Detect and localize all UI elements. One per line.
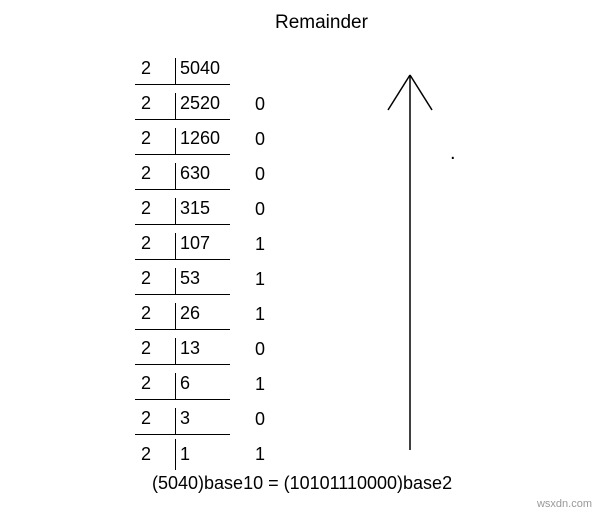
quotient-cell: 53 [175, 268, 230, 295]
division-row: 2 2520 0 [135, 85, 290, 120]
remainder-cell: 1 [230, 269, 290, 295]
division-ladder: 2 5040 2 2520 0 2 1260 0 2 630 0 2 315 0… [135, 50, 290, 470]
remainder-heading: Remainder [275, 12, 368, 34]
divisor-cell: 2 [135, 338, 175, 365]
quotient-cell: 6 [175, 373, 230, 400]
conversion-result: (5040)base10 = (10101110000)base2 [152, 473, 452, 494]
division-row: 2 315 0 [135, 190, 290, 225]
divisor-cell: 2 [135, 444, 175, 470]
division-row: 2 107 1 [135, 225, 290, 260]
remainder-cell: 1 [230, 304, 290, 330]
quotient-cell: 13 [175, 338, 230, 365]
quotient-cell: 315 [175, 198, 230, 225]
divisor-cell: 2 [135, 93, 175, 120]
divisor-cell: 2 [135, 198, 175, 225]
remainder-cell: 0 [230, 94, 290, 120]
divisor-cell: 2 [135, 408, 175, 435]
remainder-cell: 1 [230, 374, 290, 400]
divisor-cell: 2 [135, 268, 175, 295]
division-row: 2 1260 0 [135, 120, 290, 155]
division-row: 2 3 0 [135, 400, 290, 435]
quotient-cell: 3 [175, 408, 230, 435]
quotient-cell: 5040 [175, 58, 230, 85]
remainder-cell [230, 80, 290, 85]
divisor-cell: 2 [135, 128, 175, 155]
quotient-cell: 630 [175, 163, 230, 190]
remainder-cell: 0 [230, 129, 290, 155]
division-row: 2 6 1 [135, 365, 290, 400]
division-row: 2 26 1 [135, 295, 290, 330]
division-row: 2 13 0 [135, 330, 290, 365]
remainder-cell: 1 [230, 234, 290, 260]
divisor-cell: 2 [135, 58, 175, 85]
quotient-cell: 107 [175, 233, 230, 260]
remainder-cell: 0 [230, 164, 290, 190]
remainder-cell: 1 [230, 444, 290, 470]
quotient-cell: 1 [175, 439, 230, 470]
division-row: 2 630 0 [135, 155, 290, 190]
remainder-cell: 0 [230, 199, 290, 225]
division-row: 2 53 1 [135, 260, 290, 295]
read-direction-arrow-icon [380, 60, 450, 460]
remainder-cell: 0 [230, 339, 290, 365]
divisor-cell: 2 [135, 163, 175, 190]
quotient-cell: 2520 [175, 93, 230, 120]
quotient-cell: 1260 [175, 128, 230, 155]
divisor-cell: 2 [135, 373, 175, 400]
division-row: 2 5040 [135, 50, 290, 85]
remainder-cell: 0 [230, 409, 290, 435]
stray-dot: . [450, 142, 456, 165]
quotient-cell: 26 [175, 303, 230, 330]
divisor-cell: 2 [135, 233, 175, 260]
watermark: wsxdn.com [537, 498, 592, 510]
divisor-cell: 2 [135, 303, 175, 330]
division-row: 2 1 1 [135, 435, 290, 470]
